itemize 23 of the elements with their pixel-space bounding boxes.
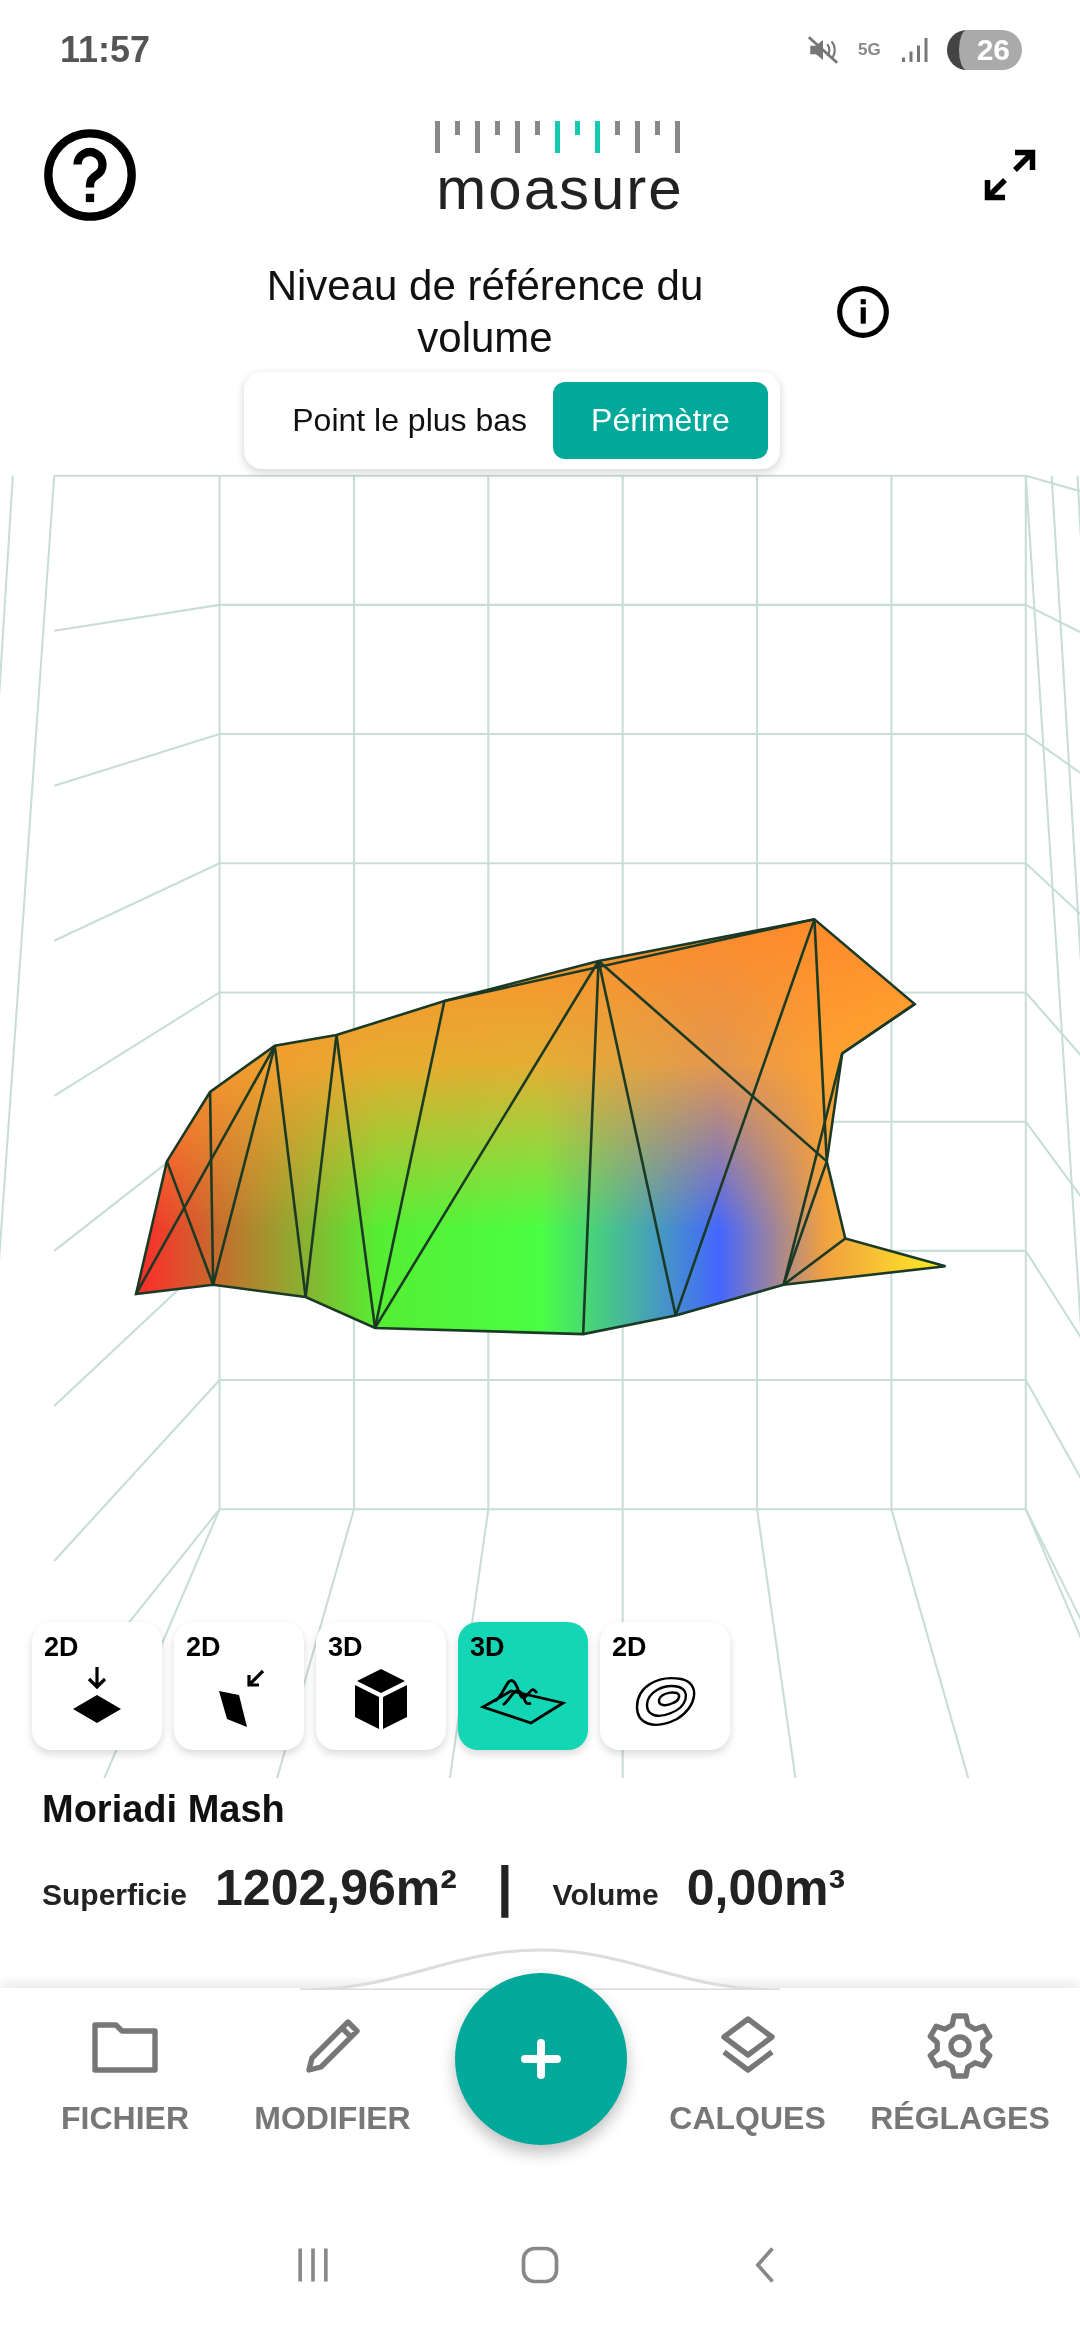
battery-level: 26 — [946, 30, 1022, 70]
nav-item[interactable]: MODIFIER — [237, 2010, 428, 2137]
stat-label: Volume — [552, 1878, 659, 1912]
view-mode-button[interactable]: 3D — [458, 1622, 588, 1750]
network-type: 5G — [857, 40, 881, 60]
stat-value: 1202,96m² — [215, 1859, 457, 1917]
info-icon[interactable] — [835, 284, 891, 340]
plus-icon — [521, 2039, 561, 2079]
view-mode-button[interactable]: 2D — [32, 1622, 162, 1750]
status-time: 11:57 — [60, 29, 151, 71]
view-mode-button[interactable]: 3D — [316, 1622, 446, 1750]
app-logo: moasure — [436, 159, 684, 219]
measurement-name: Moriadi Mash — [42, 1788, 286, 1831]
view-mode-button[interactable]: 2D — [600, 1622, 730, 1750]
section-title: Niveau de référence du volume — [265, 261, 705, 363]
view-mode-button[interactable]: 2D — [174, 1622, 304, 1750]
stat-value: 0,00m³ — [686, 1859, 846, 1917]
separator: | — [496, 1853, 513, 1918]
nav-item[interactable]: FICHIER — [30, 2010, 220, 2137]
stat-label: Superficie — [42, 1878, 188, 1912]
nav-item[interactable]: RÉGLAGES — [860, 2010, 1060, 2137]
nav-item[interactable]: CALQUES — [652, 2010, 843, 2137]
reference-option[interactable]: Point le plus bas — [292, 382, 528, 459]
